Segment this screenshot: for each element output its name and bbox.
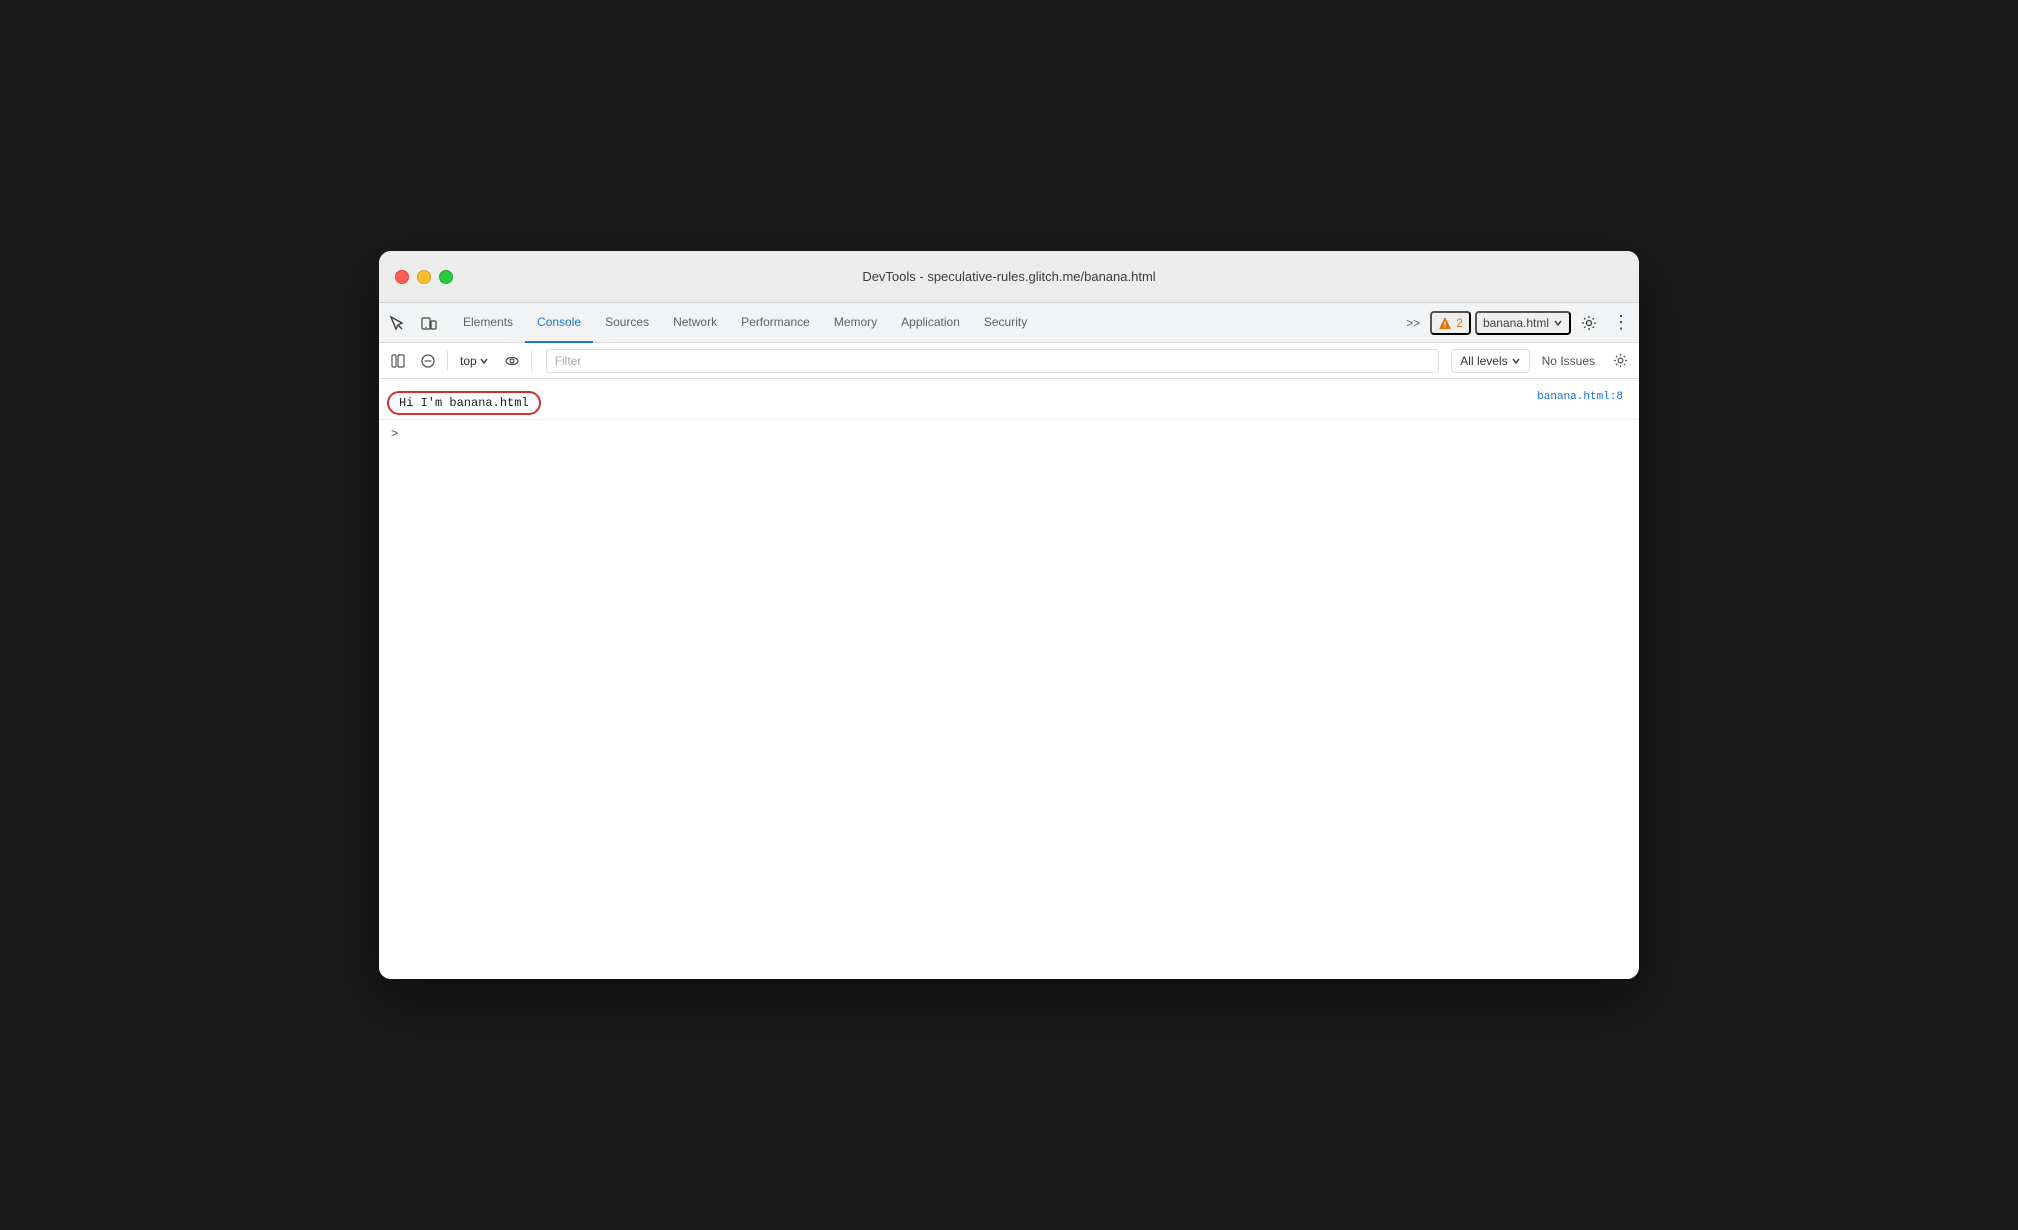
traffic-lights <box>395 270 453 284</box>
window-title: DevTools - speculative-rules.glitch.me/b… <box>862 269 1155 284</box>
tab-security[interactable]: Security <box>972 303 1039 343</box>
log-line-1: Hi I'm banana.html banana.html:8 <box>379 387 1639 420</box>
device-icon <box>421 315 437 331</box>
tabs-navigation: Elements Console Sources Network Perform… <box>451 303 1400 342</box>
settings-button[interactable] <box>1575 309 1603 337</box>
title-bar: DevTools - speculative-rules.glitch.me/b… <box>379 251 1639 303</box>
close-button[interactable] <box>395 270 409 284</box>
toolbar-divider <box>447 351 448 371</box>
log-message: Hi I'm banana.html <box>387 391 541 415</box>
tab-performance[interactable]: Performance <box>729 303 822 343</box>
chevron-down-icon <box>1553 318 1563 328</box>
cancel-icon <box>421 354 435 368</box>
no-issues-label: No Issues <box>1534 352 1603 370</box>
toolbar-divider-2 <box>531 351 532 371</box>
chevron-down-icon <box>1511 356 1521 366</box>
tab-application[interactable]: Application <box>889 303 972 343</box>
maximize-button[interactable] <box>439 270 453 284</box>
chevron-down-icon <box>479 356 489 366</box>
console-toolbar: top All levels No Issues <box>379 343 1639 379</box>
expand-line: > <box>379 420 1639 446</box>
device-toolbar-button[interactable] <box>415 309 443 337</box>
tab-memory[interactable]: Memory <box>822 303 889 343</box>
filter-wrap <box>546 349 1440 373</box>
gear-icon <box>1613 353 1628 368</box>
eye-icon <box>505 354 519 368</box>
warning-icon: ! <box>1438 316 1452 330</box>
more-options-button[interactable]: ⋮ <box>1607 309 1635 337</box>
log-left: Hi I'm banana.html <box>387 391 541 415</box>
tab-console[interactable]: Console <box>525 303 593 343</box>
inspect-element-button[interactable] <box>383 309 411 337</box>
tab-network[interactable]: Network <box>661 303 729 343</box>
devtools-window: DevTools - speculative-rules.glitch.me/b… <box>379 251 1639 979</box>
tab-elements[interactable]: Elements <box>451 303 525 343</box>
console-settings-button[interactable] <box>1607 348 1633 374</box>
gear-icon <box>1581 315 1597 331</box>
tabs-left-icons <box>383 309 443 337</box>
devtools-tabs-bar: Elements Console Sources Network Perform… <box>379 303 1639 343</box>
more-tabs-button[interactable]: >> <box>1400 312 1426 334</box>
expand-arrow[interactable]: > <box>387 424 402 442</box>
log-source-link[interactable]: banana.html:8 <box>1537 391 1623 403</box>
clear-button[interactable] <box>415 348 441 374</box>
cursor-icon <box>389 315 405 331</box>
svg-text:!: ! <box>1444 320 1447 329</box>
tab-sources[interactable]: Sources <box>593 303 661 343</box>
levels-button[interactable]: All levels <box>1451 349 1529 373</box>
tabs-right-controls: >> ! 2 banana.html <box>1400 309 1635 337</box>
filter-input[interactable] <box>546 349 1440 373</box>
clear-console-button[interactable] <box>385 348 411 374</box>
minimize-button[interactable] <box>417 270 431 284</box>
file-selector-button[interactable]: banana.html <box>1475 311 1571 335</box>
warnings-button[interactable]: ! 2 <box>1430 311 1471 335</box>
eye-button[interactable] <box>499 348 525 374</box>
sidebar-toggle-icon <box>391 354 405 368</box>
console-output: Hi I'm banana.html banana.html:8 > <box>379 379 1639 979</box>
context-selector[interactable]: top <box>454 352 495 370</box>
